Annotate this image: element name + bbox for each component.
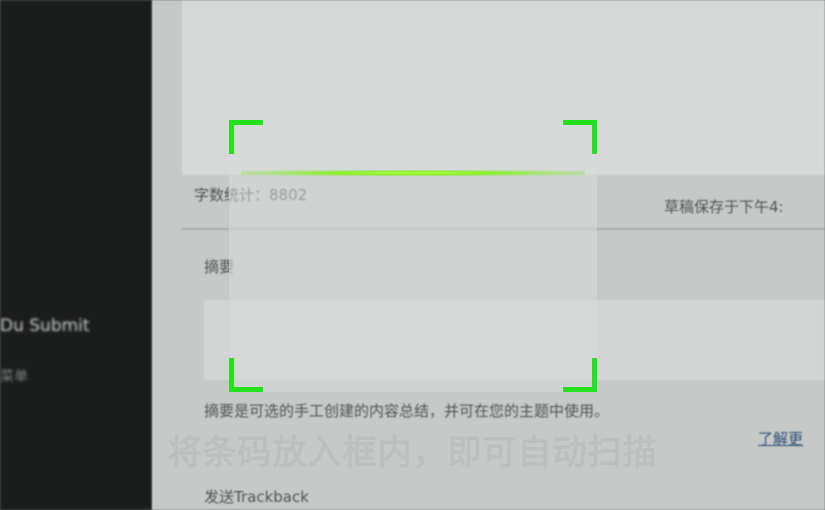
- scan-laser-line: [241, 170, 585, 176]
- scan-frame-corner-top-left: [229, 120, 263, 154]
- draft-status: 草稿保存于下午4:: [664, 198, 784, 216]
- scan-window: [229, 120, 597, 392]
- scan-hint-text: 将条码放入框内，即可自动扫描: [167, 433, 658, 473]
- scan-frame-corner-bottom-right: [563, 358, 597, 392]
- excerpt-help-text: 摘要是可选的手工创建的内容总结，并可在您的主题中使用。: [204, 402, 610, 420]
- sidebar-item-menu: 菜单: [0, 369, 28, 385]
- sidebar-item-du-submit: Du Submit: [0, 316, 90, 336]
- scan-frame-corner-bottom-left: [229, 358, 263, 392]
- trackback-heading: 发送Trackback: [204, 488, 309, 506]
- scan-frame-corner-top-right: [563, 120, 597, 154]
